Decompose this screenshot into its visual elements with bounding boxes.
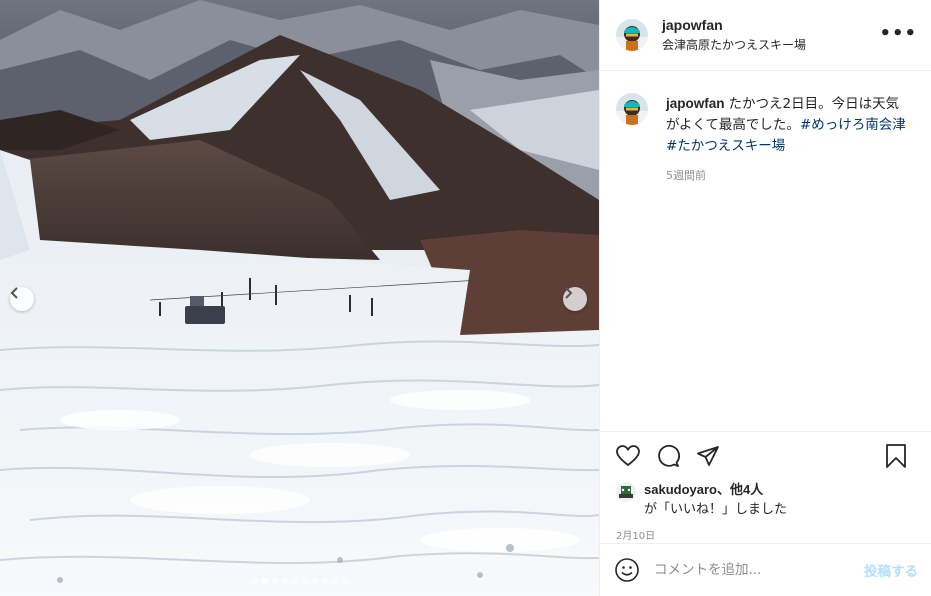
carousel-dot <box>331 578 338 584</box>
carousel-dot <box>311 578 318 584</box>
liker-username[interactable]: sakudoyaro <box>644 482 717 497</box>
post-actions-area: sakudoyaro、他4人 が「いいね！」しました 2月10日 <box>600 431 931 542</box>
heart-icon <box>616 445 640 467</box>
others-link[interactable]: 、他4人 <box>717 482 763 497</box>
share-button[interactable] <box>694 442 722 470</box>
chevron-left-icon <box>10 287 18 299</box>
carousel-dot <box>341 578 348 584</box>
carousel-dot <box>291 578 298 584</box>
post-comment-button[interactable]: 投稿する <box>864 560 918 580</box>
location-link[interactable]: 会津高原たかつえスキー場 <box>662 36 806 53</box>
avatar[interactable] <box>616 19 648 51</box>
post-photo <box>0 0 599 596</box>
post-header: japowfan 会津高原たかつえスキー場 ••• <box>600 0 931 71</box>
comment-icon <box>658 444 680 467</box>
carousel-next-button[interactable] <box>563 287 587 311</box>
carousel-dot <box>301 578 308 584</box>
more-options-icon[interactable]: ••• <box>879 25 917 43</box>
carousel-indicator <box>0 578 599 584</box>
ski-slope-image <box>0 0 599 596</box>
likes-suffix: が「いいね！」しました <box>644 502 788 517</box>
avatar-image <box>616 19 648 51</box>
avatar-image <box>616 93 648 125</box>
bookmark-icon <box>886 444 906 468</box>
emoji-icon[interactable] <box>614 557 640 583</box>
comment-form: 投稿する <box>600 543 931 596</box>
carousel-dot <box>281 578 288 584</box>
carousel-dot <box>251 578 258 584</box>
caption: japowfan たかつえ2日目。今日は天気がよくて最高でした。#めっけろ南会津 … <box>600 71 931 183</box>
like-button[interactable] <box>614 442 642 470</box>
hashtag-link[interactable]: #たかつえスキー場 <box>666 138 785 154</box>
avatar-image <box>616 482 636 502</box>
likes-text: sakudoyaro、他4人 が「いいね！」しました <box>644 480 787 519</box>
carousel-prev-button[interactable] <box>10 287 34 311</box>
action-bar <box>600 432 931 480</box>
chevron-right-icon <box>565 287 573 299</box>
likes-summary: sakudoyaro、他4人 が「いいね！」しました <box>600 480 931 519</box>
save-button[interactable] <box>882 442 910 470</box>
comment-button[interactable] <box>654 442 682 470</box>
post-side-panel: japowfan 会津高原たかつえスキー場 ••• japowfan たかつえ2日… <box>599 0 931 596</box>
caption-avatar[interactable] <box>616 93 648 125</box>
caption-username[interactable]: japowfan <box>666 96 725 111</box>
carousel-dot <box>321 578 328 584</box>
share-icon <box>697 446 719 466</box>
carousel-dot <box>261 578 268 584</box>
post-time-ago[interactable]: 5週間前 <box>666 167 912 183</box>
username[interactable]: japowfan <box>662 17 806 33</box>
post-date[interactable]: 2月10日 <box>600 519 931 542</box>
comment-input[interactable] <box>654 562 844 578</box>
caption-text: japowfan たかつえ2日目。今日は天気がよくて最高でした。#めっけろ南会津 … <box>666 93 912 157</box>
hashtag-link[interactable]: #めっけろ南会津 <box>800 117 906 133</box>
carousel-dot <box>271 578 278 584</box>
post-modal: japowfan 会津高原たかつえスキー場 ••• japowfan たかつえ2日… <box>0 0 931 596</box>
liker-avatar[interactable] <box>616 482 636 502</box>
